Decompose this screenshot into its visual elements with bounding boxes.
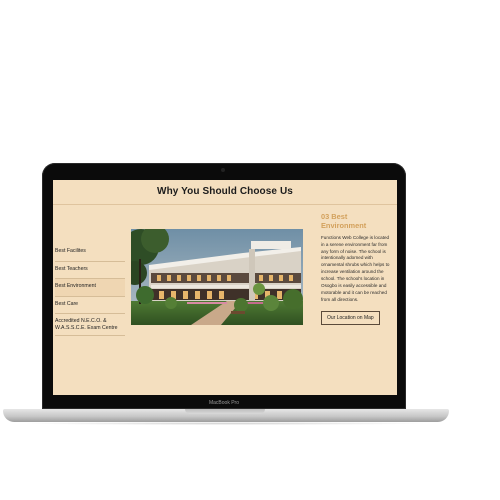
laptop-mockup: Why You Should Choose Us Best Facilites …	[0, 0, 500, 500]
location-map-button[interactable]: Our Location on Map	[321, 310, 380, 325]
tab-best-care[interactable]: Best Care	[55, 297, 125, 314]
page-title: Why You Should Choose Us	[157, 186, 293, 197]
tab-best-facilites[interactable]: Best Facilites	[55, 244, 125, 262]
school-building-photo	[131, 229, 303, 325]
laptop-shadow	[20, 422, 430, 425]
detail-title: 03 Best Environment	[321, 212, 367, 230]
laptop-screen: Why You Should Choose Us Best Facilites …	[53, 180, 397, 395]
title-divider	[53, 204, 397, 205]
tab-best-teachers[interactable]: Best Teachers	[55, 262, 125, 279]
tab-accredited-exam-centre[interactable]: Accredited N.E.C.O. & W.A.S.S.C.E. Exam …	[55, 314, 125, 336]
school-building-illustration	[131, 229, 303, 325]
feature-tab-list: Best Facilites Best Teachers Best Enviro…	[55, 244, 125, 336]
detail-description: Functions Web College is located in a se…	[321, 234, 390, 302]
camera-icon	[221, 168, 225, 172]
feature-detail: 03 Best Environment Functions Web Colleg…	[321, 212, 391, 325]
device-label: MacBook Pro	[208, 400, 239, 406]
laptop-notch	[185, 409, 265, 414]
tab-best-environment[interactable]: Best Environment	[55, 279, 125, 297]
